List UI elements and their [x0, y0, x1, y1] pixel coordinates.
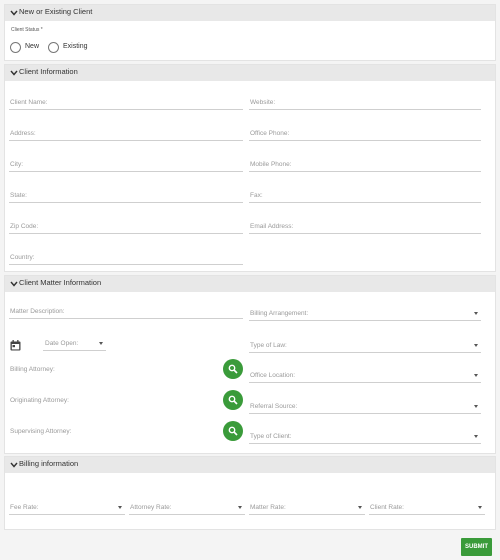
billing-arrangement-placeholder: Billing Arrangement: [250, 310, 309, 317]
panel-title: Client Information [19, 67, 78, 76]
fax-placeholder: Fax: [250, 192, 263, 199]
matter-rate-placeholder: Matter Rate: [250, 504, 286, 511]
referral-source-placeholder: Referral Source: [250, 403, 298, 410]
address-placeholder: Address: [10, 130, 36, 137]
zip-code-placeholder: Zip Code: [10, 223, 39, 230]
client-type-panel: New or Existing Client Client Status * N… [4, 4, 496, 61]
radio-existing[interactable] [48, 42, 59, 53]
originating-attorney-search-button[interactable] [223, 390, 243, 410]
caret-down-icon [238, 506, 242, 509]
client-rate-select[interactable]: Client Rate: [369, 499, 485, 515]
address-field[interactable]: Address: [9, 125, 243, 141]
matter-description-placeholder: Matter Description: [10, 308, 65, 315]
date-open-placeholder: Date Open: [45, 340, 79, 347]
date-open-field[interactable]: Date Open: [43, 335, 106, 351]
country-placeholder: Country: [10, 254, 35, 261]
matter-info-panel: Client Matter Information Matter Descrip… [4, 275, 496, 454]
zip-code-field[interactable]: Zip Code: [9, 218, 243, 234]
caret-down-icon [474, 405, 478, 408]
type-of-law-select[interactable]: Type of Law: [249, 337, 481, 353]
search-icon [228, 395, 238, 405]
state-placeholder: State: [10, 192, 27, 199]
client-info-panel: Client Information Client Name: Website:… [4, 64, 496, 272]
panel-title: New or Existing Client [19, 7, 93, 16]
chevron-down-icon [10, 10, 18, 16]
billing-attorney-label: Billing Attorney: [10, 366, 55, 373]
caret-down-icon [118, 506, 122, 509]
referral-source-select[interactable]: Referral Source: [249, 398, 481, 414]
email-field[interactable]: Email Address: [249, 218, 481, 234]
caret-down-icon [474, 312, 478, 315]
fee-rate-select[interactable]: Fee Rate: [9, 499, 125, 515]
panel-header[interactable]: Client Matter Information [5, 276, 495, 292]
billing-attorney-search-button[interactable] [223, 359, 243, 379]
city-field[interactable]: City: [9, 156, 243, 172]
website-placeholder: Website: [250, 99, 276, 106]
fee-rate-placeholder: Fee Rate: [10, 504, 39, 511]
attorney-rate-select[interactable]: Attorney Rate: [129, 499, 245, 515]
originating-attorney-label: Originating Attorney: [10, 397, 69, 404]
type-of-client-select[interactable]: Type of Client: [249, 428, 481, 444]
supervising-attorney-search-button[interactable] [223, 421, 243, 441]
radio-new-label: New [25, 43, 40, 50]
office-location-select[interactable]: Office Location: [249, 367, 481, 383]
caret-down-icon [478, 506, 482, 509]
radio-existing-label: Existing [63, 43, 88, 50]
city-placeholder: City: [10, 161, 23, 168]
attorney-rate-placeholder: Attorney Rate: [130, 504, 172, 511]
chevron-down-icon [10, 281, 18, 287]
caret-down-icon [358, 506, 362, 509]
caret-down-icon [474, 435, 478, 438]
mobile-phone-field[interactable]: Mobile Phone: [249, 156, 481, 172]
type-of-client-placeholder: Type of Client: [250, 433, 292, 440]
mobile-phone-placeholder: Mobile Phone: [250, 161, 292, 168]
office-phone-field[interactable]: Office Phone: [249, 125, 481, 141]
billing-arrangement-select[interactable]: Billing Arrangement: [249, 305, 481, 321]
caret-down-icon [99, 342, 103, 345]
country-field[interactable]: Country: [9, 249, 243, 265]
matter-description-field[interactable]: Matter Description: [9, 303, 243, 319]
panel-header[interactable]: Client Information [5, 65, 495, 81]
client-name-placeholder: Client Name: [10, 99, 48, 106]
caret-down-icon [474, 344, 478, 347]
panel-title: Client Matter Information [19, 278, 102, 287]
fax-field[interactable]: Fax: [249, 187, 481, 203]
website-field[interactable]: Website: [249, 94, 481, 110]
office-phone-placeholder: Office Phone: [250, 130, 290, 137]
supervising-attorney-label: Supervising Attorney: [10, 428, 72, 435]
radio-new[interactable] [10, 42, 21, 53]
panel-header[interactable]: New or Existing Client [5, 5, 495, 21]
panel-header[interactable]: Billing information [5, 457, 495, 473]
client-name-field[interactable]: Client Name: [9, 94, 243, 110]
client-rate-placeholder: Client Rate: [370, 504, 404, 511]
caret-down-icon [474, 374, 478, 377]
chevron-down-icon [10, 462, 18, 468]
office-location-placeholder: Office Location: [250, 372, 296, 379]
search-icon [228, 426, 238, 436]
panel-title: Billing information [19, 459, 79, 468]
email-placeholder: Email Address: [250, 223, 294, 230]
search-icon [228, 364, 238, 374]
type-of-law-placeholder: Type of Law: [250, 342, 287, 349]
state-field[interactable]: State: [9, 187, 243, 203]
matter-rate-select[interactable]: Matter Rate: [249, 499, 365, 515]
client-status-label: Client Status * [11, 27, 43, 33]
calendar-icon[interactable] [10, 340, 21, 351]
billing-info-panel: Billing information Fee Rate: Attorney R… [4, 456, 496, 530]
chevron-down-icon [10, 70, 18, 76]
submit-button[interactable]: SUBMIT [461, 538, 492, 556]
